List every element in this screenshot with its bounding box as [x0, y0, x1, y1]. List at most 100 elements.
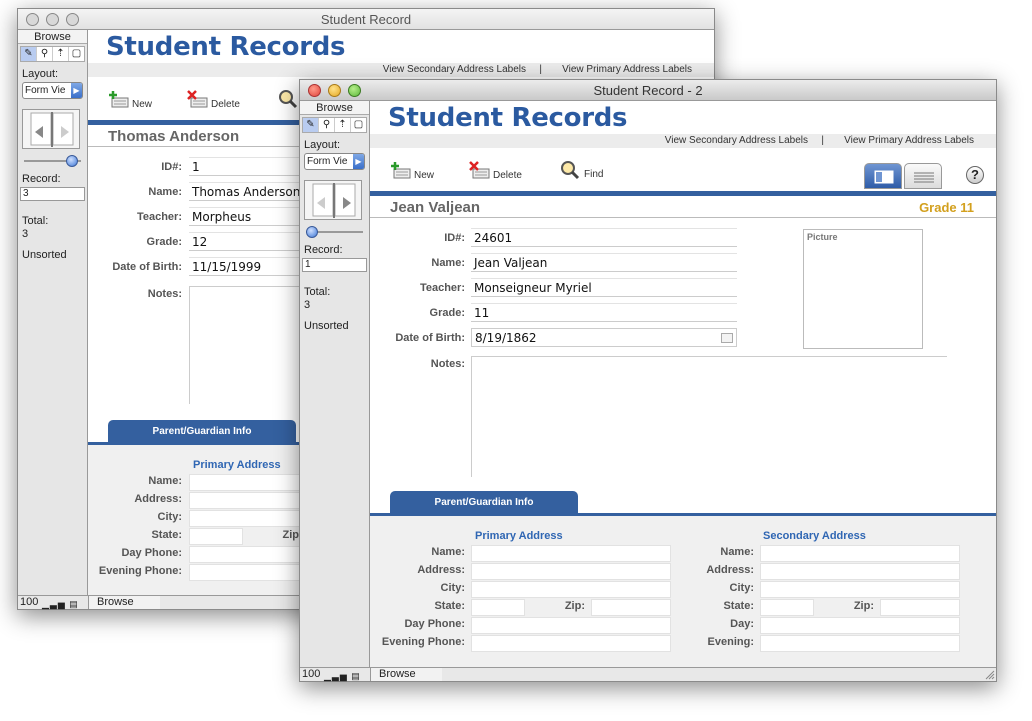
secondary-day-field[interactable]	[760, 617, 960, 634]
record-book-icon[interactable]	[22, 109, 80, 149]
page-title: Student Records	[106, 32, 346, 62]
mode-label[interactable]: Browse	[18, 30, 87, 44]
zoom-controls-icon[interactable]: ▁▃▅ ▤	[324, 670, 361, 683]
record-slider[interactable]	[22, 155, 83, 167]
dob-field[interactable]: 8/19/1862	[471, 328, 737, 347]
preview-tool-icon[interactable]: ▢	[69, 47, 84, 61]
layout-tool-icon[interactable]: ⇡	[53, 47, 69, 61]
title-bar[interactable]: Student Record - 2	[300, 80, 996, 101]
id-label: ID#:	[161, 161, 182, 173]
find-button[interactable]: Find	[560, 160, 603, 180]
window-status-bar: 100 ▁▃▅ ▤ Browse	[300, 667, 996, 681]
total-label: Total:	[304, 286, 331, 298]
preview-tool-icon[interactable]: ▢	[351, 118, 366, 132]
view-secondary-labels-link[interactable]: View Secondary Address Labels	[665, 134, 808, 148]
primary-city-field[interactable]	[471, 581, 671, 598]
secondary-city-label: City:	[729, 582, 754, 594]
layout-select-value: Form Vie	[25, 85, 66, 96]
record-number-input[interactable]: 1	[302, 258, 367, 272]
slider-knob[interactable]	[306, 226, 318, 238]
help-button[interactable]: ?	[966, 166, 984, 184]
mode-label[interactable]: Browse	[300, 101, 369, 115]
secondary-name-field[interactable]	[760, 545, 960, 562]
mode-popup[interactable]: Browse	[370, 668, 442, 681]
window-title: Student Record - 2	[593, 83, 703, 98]
record-label: Record:	[22, 173, 61, 185]
secondary-zip-field[interactable]	[880, 599, 960, 616]
minimize-button[interactable]	[46, 13, 59, 26]
record-label: Record:	[304, 244, 343, 256]
label-links-bar: View Secondary Address Labels | View Pri…	[88, 63, 714, 77]
mode-popup[interactable]: Browse	[88, 596, 160, 609]
layout-select[interactable]: Form Vie ▶	[304, 153, 365, 170]
find-button[interactable]	[278, 89, 298, 109]
zoom-controls-icon[interactable]: ▁▃▅ ▤	[42, 598, 79, 611]
resize-grip-icon[interactable]	[985, 670, 995, 680]
tab-parent-guardian-info[interactable]: Parent/Guardian Info	[108, 420, 296, 443]
primary-state-field[interactable]	[189, 528, 243, 545]
secondary-city-field[interactable]	[760, 581, 960, 598]
zoom-level[interactable]: 100	[20, 596, 38, 609]
primary-address-heading: Primary Address	[475, 530, 563, 542]
grade-heading: Grade 11	[919, 200, 974, 215]
calendar-icon[interactable]	[721, 333, 733, 343]
secondary-evening-field[interactable]	[760, 635, 960, 652]
name-field[interactable]: Jean Valjean	[471, 253, 737, 272]
teacher-field[interactable]: Monseigneur Myriel	[471, 278, 737, 297]
primary-zip-field[interactable]	[591, 599, 671, 616]
close-button[interactable]	[308, 84, 321, 97]
tab-parent-guardian-info[interactable]: Parent/Guardian Info	[390, 491, 578, 514]
primary-evening-phone-field[interactable]	[471, 635, 671, 652]
secondary-zip-label: Zip:	[853, 600, 874, 612]
new-record-button[interactable]: New	[390, 161, 434, 181]
delete-record-button[interactable]: Delete	[469, 161, 522, 181]
student-name-heading: Jean Valjean	[390, 199, 481, 216]
delete-record-button[interactable]: Delete	[187, 90, 240, 110]
primary-name-field[interactable]	[471, 545, 671, 562]
zoom-button[interactable]	[348, 84, 361, 97]
window-controls	[26, 13, 79, 26]
primary-address-label: Address:	[134, 493, 182, 505]
primary-day-phone-field[interactable]	[471, 617, 671, 634]
total-label: Total:	[22, 215, 49, 227]
record-number-input[interactable]: 3	[20, 187, 85, 201]
secondary-state-field[interactable]	[760, 599, 814, 616]
view-primary-labels-link[interactable]: View Primary Address Labels	[844, 134, 974, 148]
primary-state-label: State:	[151, 529, 182, 541]
delete-label: Delete	[493, 170, 522, 181]
record-name-bar: Jean Valjean Grade 11	[370, 196, 996, 218]
zoom-level[interactable]: 100	[302, 668, 320, 681]
layout-tool-icon[interactable]: ⇡	[335, 118, 351, 132]
window-controls	[308, 84, 361, 97]
new-record-button[interactable]: New	[108, 90, 152, 110]
notes-field[interactable]	[471, 356, 947, 477]
slider-knob[interactable]	[66, 155, 78, 167]
browse-tool-icon[interactable]: ✎	[21, 47, 37, 61]
grade-field[interactable]: 11	[471, 303, 737, 322]
close-button[interactable]	[26, 13, 39, 26]
form-view-button[interactable]	[864, 163, 902, 189]
id-field[interactable]: 24601	[471, 228, 737, 247]
primary-address-field[interactable]	[471, 563, 671, 580]
picture-container[interactable]: Picture	[803, 229, 923, 349]
record-book-icon[interactable]	[304, 180, 362, 220]
minimize-button[interactable]	[328, 84, 341, 97]
delete-label: Delete	[211, 99, 240, 110]
find-tool-icon[interactable]: ⚲	[319, 118, 335, 132]
layout-select[interactable]: Form Vie ▶	[22, 82, 83, 99]
title-bar[interactable]: Student Record	[18, 9, 714, 30]
secondary-day-label: Day:	[730, 618, 754, 630]
secondary-address-field[interactable]	[760, 563, 960, 580]
magnifier-icon	[279, 90, 298, 109]
student-record-window-front[interactable]: Student Record - 2 Browse ✎ ⚲ ⇡ ▢ Layout…	[299, 79, 997, 682]
list-view-button[interactable]	[904, 163, 942, 189]
view-secondary-labels-link[interactable]: View Secondary Address Labels	[383, 63, 526, 77]
browse-tool-icon[interactable]: ✎	[303, 118, 319, 132]
view-primary-labels-link[interactable]: View Primary Address Labels	[562, 63, 692, 77]
record-slider[interactable]	[304, 226, 365, 238]
zoom-button[interactable]	[66, 13, 79, 26]
primary-state-field[interactable]	[471, 599, 525, 616]
dropdown-arrow-icon: ▶	[71, 83, 82, 98]
primary-name-label: Name:	[148, 475, 182, 487]
find-tool-icon[interactable]: ⚲	[37, 47, 53, 61]
